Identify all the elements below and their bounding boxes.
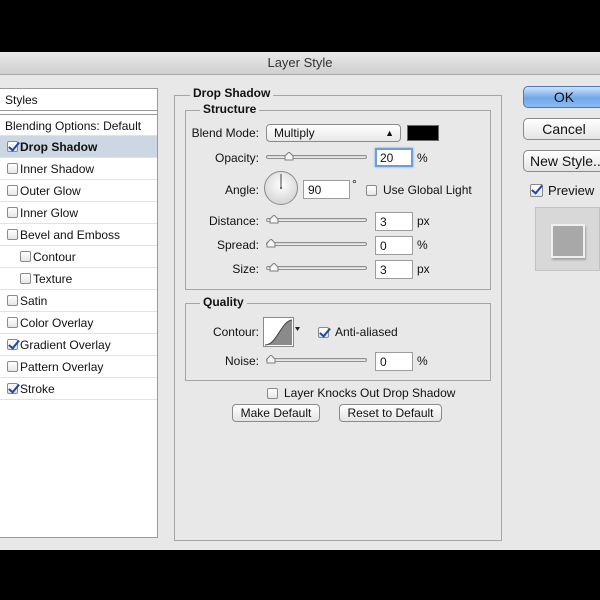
sidebar-item-checkbox[interactable] bbox=[20, 251, 31, 262]
drop-shadow-title: Drop Shadow bbox=[190, 86, 274, 100]
anti-aliased-box[interactable] bbox=[318, 327, 329, 338]
distance-slider-track[interactable] bbox=[266, 218, 367, 222]
angle-label: Angle: bbox=[224, 183, 259, 197]
blend-mode-select[interactable]: Multiply ▲ bbox=[266, 124, 401, 142]
sidebar-item-label: Gradient Overlay bbox=[20, 338, 111, 352]
opacity-label: Opacity: bbox=[214, 151, 259, 165]
sidebar-item-gradient-overlay[interactable]: Gradient Overlay bbox=[0, 334, 157, 356]
preview-swatch bbox=[551, 224, 585, 258]
distance-slider-thumb[interactable] bbox=[269, 215, 279, 224]
sidebar-item-outer-glow[interactable]: Outer Glow bbox=[0, 180, 157, 202]
opacity-slider-track[interactable] bbox=[266, 155, 367, 159]
sidebar-item-checkbox[interactable] bbox=[7, 163, 18, 174]
opacity-slider-thumb[interactable] bbox=[284, 152, 294, 161]
distance-field[interactable]: 3 bbox=[375, 212, 413, 231]
sidebar-item-label: Inner Glow bbox=[20, 206, 79, 220]
size-slider-thumb[interactable] bbox=[269, 263, 279, 272]
size-field[interactable]: 3 bbox=[375, 260, 413, 279]
opacity-unit: % bbox=[417, 151, 428, 165]
structure-title: Structure bbox=[200, 102, 260, 116]
sidebar-item-satin[interactable]: Satin bbox=[0, 290, 157, 312]
anti-aliased-label: Anti-aliased bbox=[335, 325, 398, 339]
shadow-color-swatch[interactable] bbox=[407, 125, 439, 141]
sidebar-item-checkbox[interactable] bbox=[7, 361, 18, 372]
quality-group bbox=[185, 303, 491, 381]
sidebar-item-label: Texture bbox=[33, 272, 73, 286]
contour-label: Contour: bbox=[212, 325, 259, 339]
sidebar-item-pattern-overlay[interactable]: Pattern Overlay bbox=[0, 356, 157, 378]
layer-knocks-out-box[interactable] bbox=[267, 388, 278, 399]
contour-dropdown-icon bbox=[295, 327, 300, 331]
new-style-button[interactable]: New Style... bbox=[523, 150, 600, 172]
sidebar-item-checkbox[interactable] bbox=[7, 207, 18, 218]
sidebar-item-label: Color Overlay bbox=[20, 316, 94, 330]
sidebar-item-checkbox[interactable] bbox=[7, 141, 18, 152]
sidebar-item-label: Stroke bbox=[20, 382, 55, 396]
sidebar-item-label: Contour bbox=[33, 250, 76, 264]
styles-header-label: Styles bbox=[5, 93, 38, 107]
sidebar-item-inner-glow[interactable]: Inner Glow bbox=[0, 202, 157, 224]
sidebar-item-label: Satin bbox=[20, 294, 48, 308]
sidebar-item-texture[interactable]: Texture bbox=[0, 268, 157, 290]
size-unit: px bbox=[417, 262, 430, 276]
use-global-light-box[interactable] bbox=[366, 185, 377, 196]
sidebar-item-checkbox[interactable] bbox=[7, 317, 18, 328]
angle-dial[interactable] bbox=[263, 170, 299, 206]
cancel-button[interactable]: Cancel bbox=[523, 118, 600, 140]
sidebar-item-stroke[interactable]: Stroke bbox=[0, 378, 157, 400]
preview-box[interactable] bbox=[530, 184, 543, 197]
sidebar-item-bevel-and-emboss[interactable]: Bevel and Emboss bbox=[0, 224, 157, 246]
sidebar-item-checkbox[interactable] bbox=[7, 383, 18, 394]
sidebar-item-checkbox[interactable] bbox=[7, 185, 18, 196]
sidebar-item-label: Pattern Overlay bbox=[20, 360, 104, 374]
styles-header[interactable]: Styles bbox=[0, 89, 157, 111]
sidebar-item-checkbox[interactable] bbox=[7, 229, 18, 240]
distance-label: Distance: bbox=[208, 214, 259, 228]
make-default-button[interactable]: Make Default bbox=[232, 404, 320, 422]
reset-to-default-button[interactable]: Reset to Default bbox=[339, 404, 442, 422]
noise-slider-track[interactable] bbox=[266, 358, 367, 362]
sidebar-item-checkbox[interactable] bbox=[7, 339, 18, 350]
sidebar-item-inner-shadow[interactable]: Inner Shadow bbox=[0, 158, 157, 180]
sidebar-item-checkbox[interactable] bbox=[7, 295, 18, 306]
preview-thumbnail bbox=[535, 207, 600, 271]
angle-unit: ° bbox=[352, 177, 357, 191]
sidebar-item-label: Bevel and Emboss bbox=[20, 228, 121, 242]
preview-label: Preview bbox=[548, 183, 595, 198]
sidebar-item-color-overlay[interactable]: Color Overlay bbox=[0, 312, 157, 334]
layer-style-dialog: Layer Style Styles Blending Options: Def… bbox=[0, 52, 600, 550]
spread-field[interactable]: 0 bbox=[375, 236, 413, 255]
use-global-light-label: Use Global Light bbox=[383, 183, 472, 197]
noise-slider-thumb[interactable] bbox=[266, 355, 276, 364]
opacity-field[interactable]: 20 bbox=[375, 148, 413, 167]
spread-slider-track[interactable] bbox=[266, 242, 367, 246]
sidebar-item-label: Outer Glow bbox=[20, 184, 81, 198]
window-title: Layer Style bbox=[0, 52, 600, 75]
spread-unit: % bbox=[417, 238, 428, 252]
sidebar-item-label: Drop Shadow bbox=[20, 140, 98, 154]
sidebar-item-drop-shadow[interactable]: Drop Shadow bbox=[0, 136, 157, 158]
angle-field[interactable]: 90 bbox=[303, 180, 350, 199]
select-arrows-icon: ▲ bbox=[385, 128, 394, 138]
quality-title: Quality bbox=[200, 295, 247, 309]
size-label: Size: bbox=[232, 262, 259, 276]
blend-mode-value: Multiply bbox=[274, 126, 315, 140]
styles-list: Styles Blending Options: Default Drop Sh… bbox=[0, 88, 158, 538]
contour-picker[interactable] bbox=[263, 317, 301, 347]
layer-knocks-out-label: Layer Knocks Out Drop Shadow bbox=[284, 386, 456, 400]
blending-options-label: Blending Options: Default bbox=[5, 119, 142, 133]
blending-options-item[interactable]: Blending Options: Default bbox=[0, 114, 157, 136]
sidebar-item-checkbox[interactable] bbox=[20, 273, 31, 284]
ok-button[interactable]: OK bbox=[523, 86, 600, 108]
noise-field[interactable]: 0 bbox=[375, 352, 413, 371]
sidebar-item-label: Inner Shadow bbox=[20, 162, 95, 176]
spread-slider-thumb[interactable] bbox=[266, 239, 276, 248]
size-slider-track[interactable] bbox=[266, 266, 367, 270]
blend-mode-label: Blend Mode: bbox=[191, 126, 259, 140]
sidebar-item-contour[interactable]: Contour bbox=[0, 246, 157, 268]
distance-unit: px bbox=[417, 214, 430, 228]
noise-unit: % bbox=[417, 354, 428, 368]
spread-label: Spread: bbox=[216, 238, 259, 252]
noise-label: Noise: bbox=[224, 354, 259, 368]
